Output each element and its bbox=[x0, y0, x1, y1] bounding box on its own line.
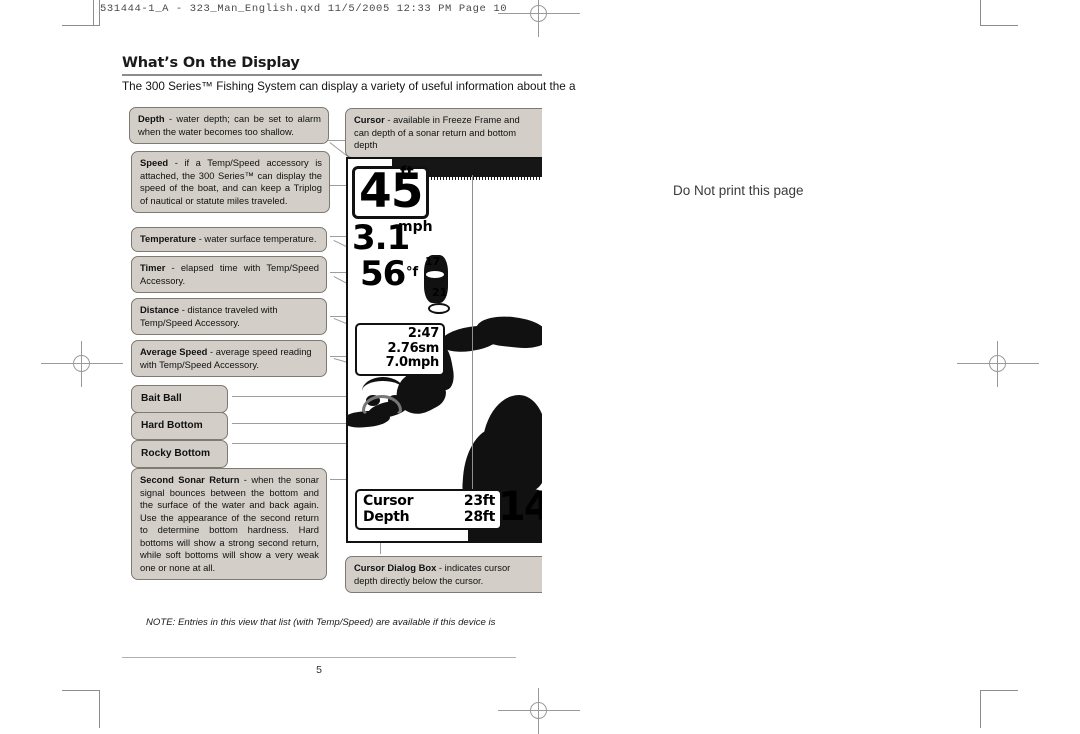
registration-mark-right bbox=[957, 341, 1039, 387]
callout-hard-bottom: Hard Bottom bbox=[131, 412, 228, 440]
callout-speed-text: - if a Temp/Speed accessory is attached,… bbox=[140, 157, 322, 206]
temperature-readout-unit: °f bbox=[406, 265, 419, 280]
proof-bar-divider bbox=[93, 0, 94, 26]
leader-bait-ball bbox=[232, 396, 362, 397]
footnote-note: NOTE: Entries in this view that list (wi… bbox=[146, 617, 496, 628]
callout-speed-term: Speed bbox=[140, 157, 169, 168]
callout-bait-ball: Bait Ball bbox=[131, 385, 228, 413]
callout-depth: Depth - water depth; can be set to alarm… bbox=[129, 107, 329, 144]
title-rule bbox=[122, 74, 542, 76]
cursor-dialog-cursor-label: Cursor bbox=[363, 493, 414, 509]
callout-second-sonar-return-text: - when the sonar signal bounces between … bbox=[140, 474, 319, 573]
registration-mark-left bbox=[41, 341, 123, 387]
registration-mark-bottom bbox=[498, 688, 580, 734]
callout-hard-bottom-term: Hard Bottom bbox=[141, 420, 203, 431]
triplog-timer-value: 2:47 bbox=[407, 326, 439, 341]
callout-distance-term: Distance bbox=[140, 304, 180, 315]
callout-bait-ball-term: Bait Ball bbox=[141, 393, 182, 404]
page-title: What’s On the Display bbox=[122, 55, 300, 71]
sonar-display-screen: 17 21 45 ft 3.1 mph 56 °f 2:47 2.76sm 7.… bbox=[346, 157, 542, 543]
callout-cursor-dialog-term: Cursor Dialog Box bbox=[354, 562, 437, 573]
callout-second-sonar-return: Second Sonar Return - when the sonar sig… bbox=[131, 468, 327, 580]
triplog-average-speed-value: 7.0mph bbox=[385, 355, 440, 370]
cursor-vertical-line bbox=[472, 175, 473, 495]
callout-cursor: Cursor - available in Freeze Frame and c… bbox=[345, 108, 542, 158]
callout-second-sonar-return-term: Second Sonar Return bbox=[140, 474, 240, 485]
fish-depth-label-lower: 21 bbox=[432, 286, 448, 299]
triplog-distance-value: 2.76sm bbox=[387, 340, 439, 356]
cursor-dialog-depth-value: 28ft bbox=[463, 509, 495, 525]
callout-rocky-bottom-term: Rocky Bottom bbox=[141, 448, 211, 459]
callout-speed: Speed - if a Temp/Speed accessory is att… bbox=[131, 151, 330, 213]
print-proof-page: 531444-1_A - 323_Man_English.qxd 11/5/20… bbox=[0, 0, 1080, 734]
footer-rule bbox=[122, 657, 516, 658]
callout-temperature: Temperature - water surface temperature. bbox=[131, 227, 327, 252]
fish-arch-upper bbox=[424, 269, 446, 280]
callout-temperature-term: Temperature bbox=[140, 233, 197, 244]
callout-cursor-term: Cursor bbox=[354, 114, 385, 125]
cursor-dialog-box-readout: Cursor 23ft Depth 28ft bbox=[355, 489, 502, 530]
callout-depth-text: - water depth; can be set to alarm when … bbox=[138, 113, 321, 137]
hard-bottom-arc bbox=[362, 377, 404, 391]
callout-average-speed-term: Average Speed bbox=[140, 346, 208, 357]
depth-readout-unit: ft bbox=[400, 163, 414, 181]
callout-timer-term: Timer bbox=[140, 262, 166, 273]
callout-rocky-bottom: Rocky Bottom bbox=[131, 440, 228, 468]
page-number: 5 bbox=[316, 664, 322, 676]
callout-cursor-dialog-box: Cursor Dialog Box - indicates cursor dep… bbox=[345, 556, 542, 593]
triplog-box: 2:47 2.76sm 7.0mph bbox=[355, 323, 445, 376]
callout-timer: Timer - elapsed time with Temp/Speed Acc… bbox=[131, 256, 327, 293]
registration-mark-top bbox=[498, 0, 580, 37]
cursor-dialog-depth-label: Depth bbox=[363, 509, 410, 525]
callout-distance: Distance - distance traveled with Temp/S… bbox=[131, 298, 327, 335]
callout-depth-term: Depth bbox=[138, 113, 165, 124]
intro-paragraph: The 300 Series™ Fishing System can displ… bbox=[122, 80, 576, 93]
big-cursor-depth-readout: 14 bbox=[498, 484, 542, 530]
callout-temperature-text: - water surface temperature. bbox=[196, 233, 317, 244]
callout-average-speed: Average Speed - average speed reading wi… bbox=[131, 340, 327, 377]
do-not-print-watermark: Do Not print this page bbox=[673, 183, 804, 198]
speed-readout-unit: mph bbox=[398, 219, 433, 235]
proof-header-bar: 531444-1_A - 323_Man_English.qxd 11/5/20… bbox=[100, 3, 508, 15]
callout-timer-text: - elapsed time with Temp/Speed Accessory… bbox=[140, 262, 319, 286]
fish-depth-label-upper: 17 bbox=[425, 255, 441, 268]
cursor-dialog-cursor-value: 23ft bbox=[463, 493, 495, 509]
leader-rocky-bottom bbox=[232, 443, 350, 444]
depth-readout-box: 45 bbox=[352, 166, 430, 219]
temperature-readout-value: 56 bbox=[360, 254, 406, 294]
sonar-display-content: 17 21 45 ft 3.1 mph 56 °f 2:47 2.76sm 7.… bbox=[348, 159, 542, 541]
fish-arch-lower bbox=[428, 303, 450, 314]
